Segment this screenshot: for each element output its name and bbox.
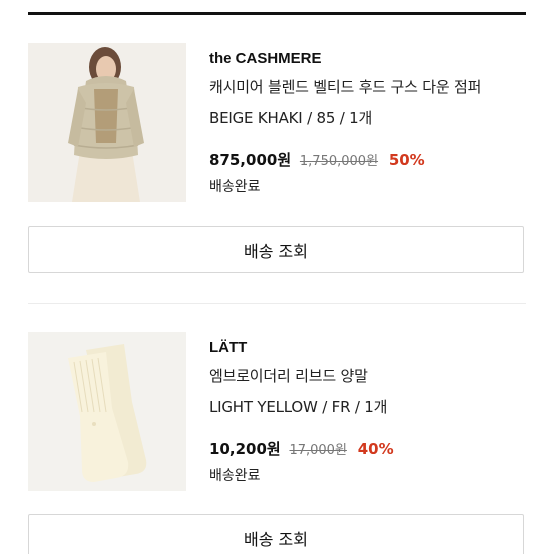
discount-rate: 40% xyxy=(357,440,394,458)
section-top-divider xyxy=(28,12,526,15)
discount-rate: 50% xyxy=(388,151,425,169)
order-list-page: the CASHMERE 캐시미어 블렌드 벨티드 후드 구스 다운 점퍼 BE… xyxy=(0,0,554,554)
track-delivery-button[interactable]: 배송 조회 xyxy=(28,514,524,554)
product-name[interactable]: 엠브로이더리 리브드 양말 xyxy=(209,365,368,386)
brand-name[interactable]: the CASHMERE xyxy=(209,50,322,67)
price-current: 10,200원 xyxy=(209,440,281,458)
brand-name[interactable]: LÄTT xyxy=(209,339,247,356)
delivery-status: 배송완료 xyxy=(209,468,261,484)
price-original: 1,750,000원 xyxy=(299,154,379,169)
delivery-status: 배송완료 xyxy=(209,179,261,195)
price-original: 17,000원 xyxy=(289,443,347,458)
price-row: 875,000원 1,750,000원 50% xyxy=(209,149,425,170)
track-delivery-button[interactable]: 배송 조회 xyxy=(28,226,524,273)
product-name[interactable]: 캐시미어 블렌드 벨티드 후드 구스 다운 점퍼 xyxy=(209,76,481,97)
product-option: LIGHT YELLOW / FR / 1개 xyxy=(209,398,388,416)
price-current: 875,000원 xyxy=(209,151,292,169)
beige-down-jacket-photo xyxy=(28,43,186,202)
product-image-jacket[interactable] xyxy=(28,43,186,202)
product-option: BEIGE KHAKI / 85 / 1개 xyxy=(209,109,373,127)
product-image-socks[interactable] xyxy=(28,332,186,491)
price-row: 10,200원 17,000원 40% xyxy=(209,438,394,459)
order-divider xyxy=(28,303,526,304)
light-yellow-socks-photo xyxy=(28,332,186,491)
